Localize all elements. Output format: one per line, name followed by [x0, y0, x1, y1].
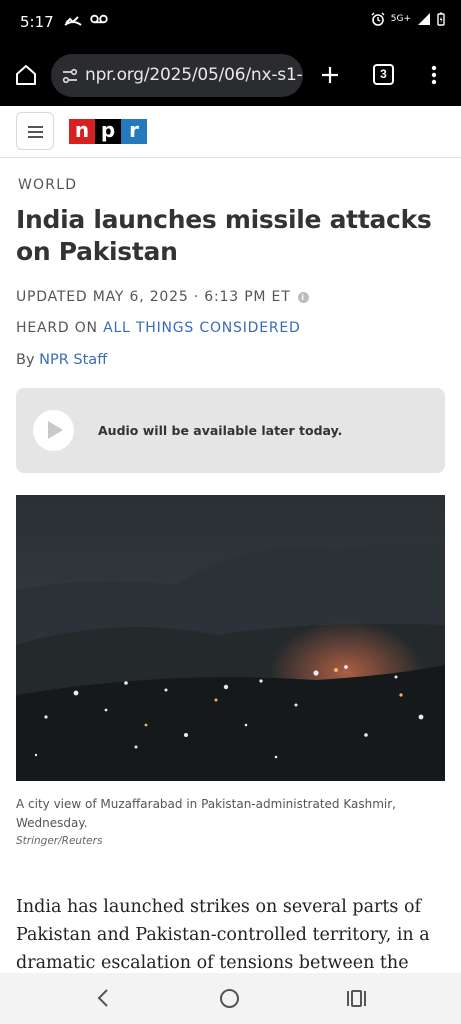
author-link[interactable]: NPR Staff — [39, 352, 107, 368]
status-bar: 5:17 5G+ — [0, 0, 461, 44]
url-text: npr.org/2025/05/06/nx-s1-5 — [85, 65, 303, 85]
more-menu-icon[interactable] — [426, 63, 442, 87]
tab-switcher-button[interactable]: 3 — [373, 64, 394, 85]
photo-caption: A city view of Muzaffarabad in Pakistan-… — [16, 797, 396, 830]
logo-letter-r: r — [121, 119, 147, 144]
home-nav-icon[interactable] — [220, 989, 239, 1008]
recent-apps-icon[interactable] — [346, 989, 367, 1008]
site-info-icon[interactable] — [61, 67, 79, 85]
battery-icon — [437, 12, 445, 26]
audio-player: Audio will be available later today. — [16, 388, 445, 473]
play-icon[interactable] — [33, 410, 74, 451]
site-header: n p r — [0, 106, 461, 158]
photo-credit: Stringer/Reuters — [16, 835, 103, 847]
alarm-icon — [371, 12, 385, 26]
audio-message: Audio will be available later today. — [98, 423, 343, 438]
voicemail-icon — [90, 14, 108, 24]
browser-toolbar: npr.org/2025/05/06/nx-s1-5 3 — [0, 44, 461, 106]
article-photo[interactable] — [16, 495, 445, 781]
night-city-image — [16, 495, 445, 781]
menu-button[interactable] — [16, 112, 54, 150]
status-time: 5:17 — [20, 13, 54, 31]
npr-logo[interactable]: n p r — [69, 119, 147, 144]
info-icon[interactable]: i — [297, 291, 309, 303]
hamburger-icon — [28, 126, 43, 128]
missed-call-icon — [64, 16, 82, 26]
logo-letter-n: n — [69, 119, 95, 144]
home-icon[interactable] — [14, 63, 38, 87]
new-tab-plus-icon[interactable] — [318, 63, 342, 87]
address-bar[interactable]: npr.org/2025/05/06/nx-s1-5 — [51, 54, 303, 97]
signal-icon — [418, 13, 430, 25]
network-type: 5G+ — [390, 14, 411, 24]
updated-timestamp: UPDATED MAY 6, 2025 · 6:13 PM ET i — [16, 289, 309, 305]
system-nav-bar — [0, 973, 461, 1024]
back-icon[interactable] — [94, 987, 114, 1009]
byline: By NPR Staff — [16, 352, 108, 368]
section-label[interactable]: WORLD — [18, 177, 77, 193]
logo-letter-p: p — [95, 119, 121, 144]
article-headline: India launches missile attacks on Pakist… — [16, 205, 432, 266]
show-link[interactable]: ALL THINGS CONSIDERED — [103, 320, 301, 336]
heard-on: HEARD ON ALL THINGS CONSIDERED — [16, 320, 301, 336]
